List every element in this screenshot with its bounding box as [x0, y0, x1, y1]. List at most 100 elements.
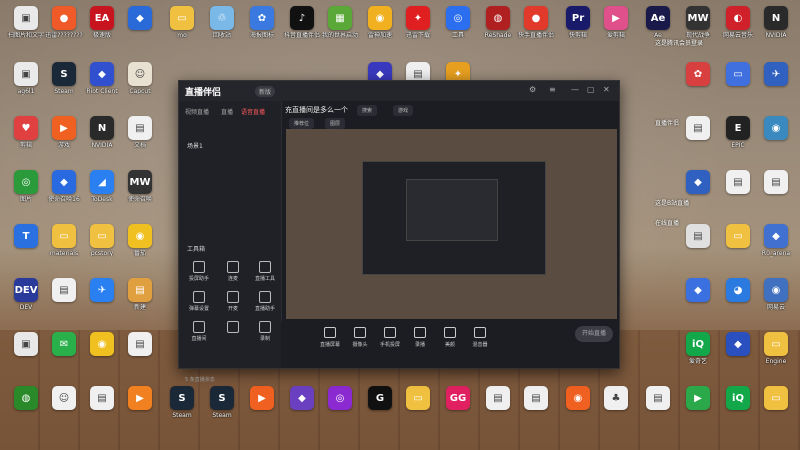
- close-icon[interactable]: ✕: [603, 85, 610, 94]
- desktop-icon-label: 爱奇艺: [688, 358, 707, 365]
- app-icon: ◕: [726, 278, 750, 302]
- app-icon: ▤: [524, 386, 548, 410]
- app-icon: ☺: [52, 386, 76, 410]
- tool-icon: [193, 261, 205, 273]
- record-button[interactable]: 录播: [405, 327, 435, 348]
- desktop-icon[interactable]: ◆ R0_arena: [748, 224, 800, 257]
- desktop-icon[interactable]: MW 使命召唤: [112, 170, 168, 203]
- desktop-notice-text: 直播伴侣: [655, 120, 680, 127]
- tool-label: 弹幕设置: [188, 306, 209, 312]
- app-icon: ◆: [726, 332, 750, 356]
- app-icon: ♪: [290, 6, 314, 30]
- app-icon: ◍: [14, 386, 38, 410]
- mixer-button[interactable]: 混音器: [465, 327, 495, 348]
- app-titlebar[interactable]: 直播伴侣 新版 ⚙ ≡ — ▢ ✕: [179, 81, 619, 101]
- desktop-icon[interactable]: ▤ 新建: [112, 278, 168, 311]
- tab-live[interactable]: 直播: [221, 107, 233, 116]
- settings-icon[interactable]: ⚙: [529, 85, 536, 94]
- app-icon: ▤: [128, 278, 152, 302]
- tool-button[interactable]: 录制: [251, 321, 279, 342]
- game-chip[interactable]: 游戏: [393, 105, 414, 116]
- app-icon: Pr: [566, 6, 590, 30]
- desktop-icon-label: Engine: [765, 358, 787, 365]
- app-icon: ♲: [210, 6, 234, 30]
- desktop-icon-label: Capcut: [129, 88, 151, 95]
- desktop-icon[interactable]: ☺ Capcut: [112, 62, 168, 95]
- desktop-icon[interactable]: ✈: [748, 62, 800, 88]
- app-icon: ◉: [764, 278, 788, 302]
- app-icon: EA: [90, 6, 114, 30]
- toolbox-header: 工具箱: [187, 246, 206, 253]
- tool-button[interactable]: 弹幕设置: [185, 291, 213, 312]
- app-icon: N: [90, 116, 114, 140]
- tool-label: 录制: [259, 336, 270, 342]
- app-icon: ♣: [604, 386, 628, 410]
- tab-video-live[interactable]: 视频直播: [185, 107, 209, 116]
- app-icon: ✿: [250, 6, 274, 30]
- tool-button[interactable]: 连麦: [219, 261, 247, 282]
- left-panel: 视频直播 直播 语音直播 场景1 工具箱 投屏助手 连麦 直播工具弹幕设置 开麦 直播助…: [179, 101, 282, 383]
- recommend-chip[interactable]: 推荐位: [289, 118, 315, 129]
- minimize-icon[interactable]: —: [571, 85, 579, 94]
- desktop-icon[interactable]: N NVIDIA: [748, 6, 800, 39]
- desktop-icon[interactable]: ◉ 番茄: [112, 224, 168, 257]
- tool-button[interactable]: 直播工具: [251, 261, 279, 282]
- desktop-notice-text: 在线直播: [655, 220, 680, 227]
- desktop-icon[interactable]: ▭: [748, 386, 800, 412]
- desktop-icon-label: NVIDIA: [765, 32, 787, 39]
- app-icon: ▤: [486, 386, 510, 410]
- app-icon: ✿: [686, 62, 710, 86]
- desktop-icon-label: 新建: [133, 304, 146, 311]
- app-icon: ◆: [686, 170, 710, 194]
- app-icon: T: [14, 224, 38, 248]
- app-icon: N: [764, 6, 788, 30]
- tool-button[interactable]: 投屏助手: [185, 261, 213, 282]
- app-icon: S: [210, 386, 234, 410]
- app-icon: MW: [128, 170, 152, 194]
- app-icon: ✈: [764, 62, 788, 86]
- desktop-icon-label: 文档: [133, 142, 146, 149]
- room-title[interactable]: 充直播间是多么一个: [285, 105, 348, 115]
- app-icon: DEV: [14, 278, 38, 302]
- desktop-icon[interactable]: ▤: [112, 332, 168, 358]
- status-line: 5 条直播状态: [185, 377, 215, 383]
- menu-icon[interactable]: ≡: [549, 85, 556, 94]
- desktop-icon[interactable]: ▤: [748, 170, 800, 196]
- app-icon: ◆: [128, 6, 152, 30]
- phone-cast-button[interactable]: 手机投屏: [375, 327, 405, 348]
- app-icon: ▤: [764, 170, 788, 194]
- live-streaming-app-window[interactable]: 直播伴侣 新版 ⚙ ≡ — ▢ ✕ 视频直播 直播 语音直播 场景1 工具箱 投…: [178, 80, 620, 383]
- app-icon: ▣: [14, 62, 38, 86]
- app-icon: ☺: [128, 62, 152, 86]
- tool-icon: [193, 291, 205, 303]
- app-icon: ◆: [90, 62, 114, 86]
- camera-button[interactable]: 摄像头: [345, 327, 375, 348]
- screen-capture-button[interactable]: 直播屏幕: [315, 327, 345, 348]
- tab-voice-live[interactable]: 语音直播: [241, 107, 265, 116]
- go-live-button[interactable]: 开始直播: [575, 326, 613, 342]
- layer-chip[interactable]: 图层: [325, 118, 346, 129]
- app-icon: ▤: [128, 332, 152, 356]
- tool-label: 开麦: [227, 306, 238, 312]
- desktop-icon[interactable]: ▤ 文档: [112, 116, 168, 149]
- app-icon: ◉: [566, 386, 590, 410]
- tool-button[interactable]: 直播助手: [251, 291, 279, 312]
- desktop-icon-label: R0_arena: [761, 250, 791, 257]
- tool-button[interactable]: 直播间: [185, 321, 213, 342]
- recursive-preview-window-inner: [406, 179, 498, 241]
- version-badge[interactable]: 新版: [255, 86, 276, 97]
- tool-button[interactable]: 开麦: [219, 291, 247, 312]
- beauty-button[interactable]: 美颜: [435, 327, 465, 348]
- desktop-icon[interactable]: ▭ Engine: [748, 332, 800, 365]
- search-chip[interactable]: 搜索: [357, 105, 378, 116]
- tool-button[interactable]: [219, 321, 247, 335]
- tool-label: 直播间: [191, 336, 207, 342]
- desktop-icon[interactable]: ◉ 网易云: [748, 278, 800, 311]
- maximize-icon[interactable]: ▢: [587, 85, 595, 94]
- scene-item[interactable]: 场景1: [187, 141, 203, 150]
- tool-label: 直播工具: [254, 276, 275, 282]
- stream-preview[interactable]: [286, 129, 617, 319]
- app-icon: ◢: [90, 170, 114, 194]
- app-icon: ◆: [52, 170, 76, 194]
- tool-icon: [227, 291, 239, 303]
